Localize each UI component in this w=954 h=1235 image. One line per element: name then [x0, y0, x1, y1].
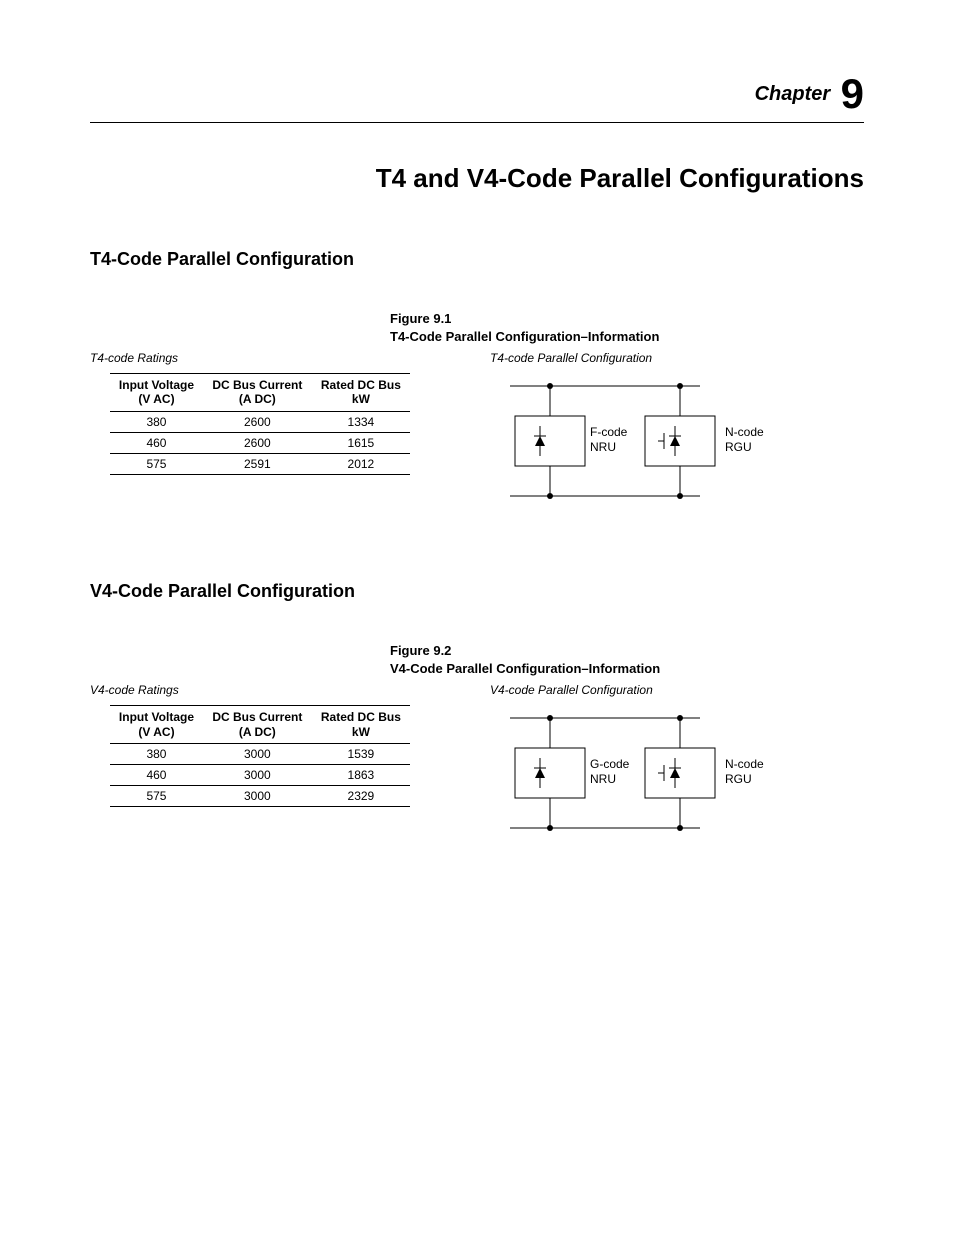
chapter-header: Chapter 9	[90, 70, 864, 123]
table-row: 46030001863	[110, 764, 410, 785]
ratings-table-t4: Input Voltage(V AC) DC Bus Current(A DC)…	[110, 373, 410, 475]
table-row: 38030001539	[110, 743, 410, 764]
svg-text:N-code: N-code	[725, 757, 764, 771]
figure-number: Figure 9.2	[390, 642, 864, 660]
svg-text:NRU: NRU	[590, 440, 616, 454]
figure-title: V4-Code Parallel Configuration–Informati…	[390, 660, 864, 678]
table-row: 46026001615	[110, 432, 410, 453]
diagram-caption: T4-code Parallel Configuration	[490, 351, 864, 365]
section-title-t4: T4-Code Parallel Configuration	[90, 249, 864, 270]
chapter-number: 9	[841, 70, 864, 117]
col-header: Input Voltage(V AC)	[110, 706, 203, 744]
table-row: 57530002329	[110, 785, 410, 806]
figure-header-t4: Figure 9.1 T4-Code Parallel Configuratio…	[390, 310, 864, 345]
parallel-config-diagram-t4: F-code NRU N-code RGU	[450, 371, 790, 521]
svg-text:N-code: N-code	[725, 425, 764, 439]
page-title: T4 and V4-Code Parallel Configurations	[90, 163, 864, 194]
table-row: 38026001334	[110, 411, 410, 432]
ratings-table-v4: Input Voltage(V AC) DC Bus Current(A DC)…	[110, 705, 410, 807]
col-header: Input Voltage(V AC)	[110, 374, 203, 412]
figure-title: T4-Code Parallel Configuration–Informati…	[390, 328, 864, 346]
figure-header-v4: Figure 9.2 V4-Code Parallel Configuratio…	[390, 642, 864, 677]
chapter-label: Chapter	[755, 83, 831, 105]
svg-text:RGU: RGU	[725, 772, 752, 786]
col-header: DC Bus Current(A DC)	[203, 706, 312, 744]
svg-text:G-code: G-code	[590, 757, 630, 771]
diagram-caption: V4-code Parallel Configuration	[490, 683, 864, 697]
parallel-config-diagram-v4: G-code NRU N-code RGU	[450, 703, 790, 853]
table-row: 57525912012	[110, 453, 410, 474]
ratings-caption: V4-code Ratings	[90, 683, 420, 697]
col-header: Rated DC BuskW	[312, 374, 410, 412]
figure-number: Figure 9.1	[390, 310, 864, 328]
svg-text:NRU: NRU	[590, 772, 616, 786]
svg-text:RGU: RGU	[725, 440, 752, 454]
col-header: Rated DC BuskW	[312, 706, 410, 744]
svg-text:F-code: F-code	[590, 425, 628, 439]
col-header: DC Bus Current(A DC)	[203, 374, 312, 412]
section-title-v4: V4-Code Parallel Configuration	[90, 581, 864, 602]
ratings-caption: T4-code Ratings	[90, 351, 420, 365]
